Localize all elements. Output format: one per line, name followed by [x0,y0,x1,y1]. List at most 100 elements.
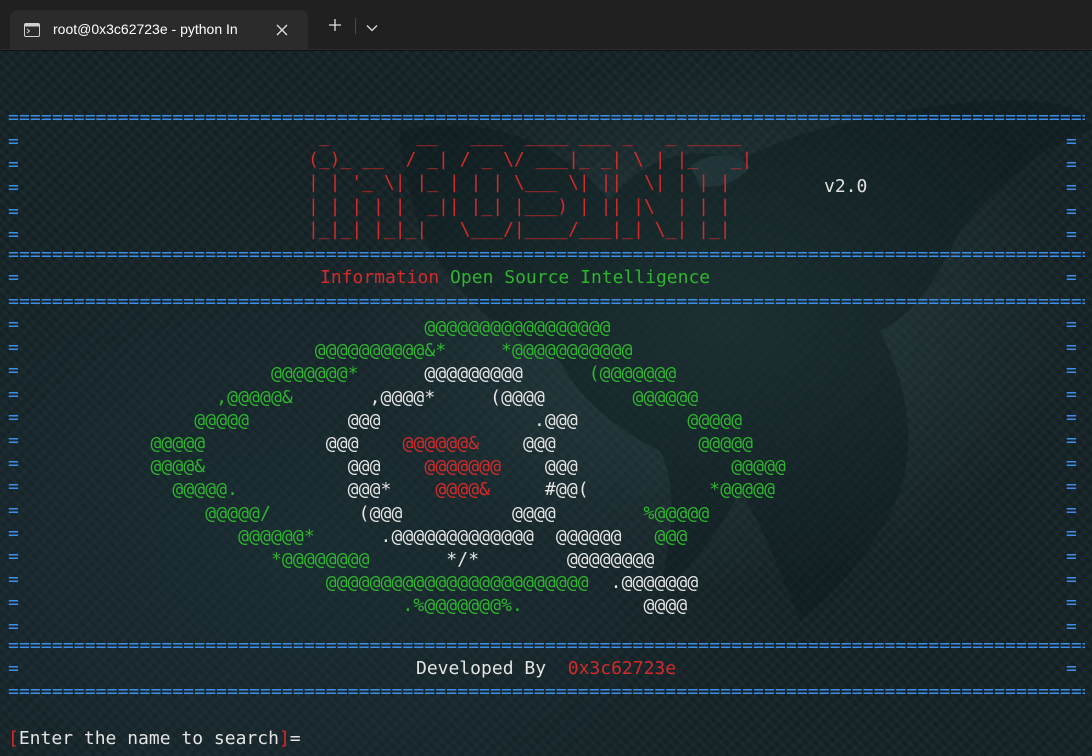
logo-line: *@@@@@@@@ */* @@@@@@@@ [8,548,654,572]
logo-segment [8,433,150,454]
logo-line: @@@@@@@@@@&* *@@@@@@@@@@@ [8,339,633,363]
subtitle-word-intelligence: Intelligence [569,267,711,288]
infosint-banner: _ __ ___ ____ ___ _ _ _____ (_)_ __ / _|… [308,126,753,240]
dev-edge-right: = [1066,658,1077,679]
logo-segment: @@@ [205,456,425,478]
logo-segment: @@@@@ [577,456,786,478]
terminal-output[interactable]: ========================================… [0,51,1092,756]
logo-segment [8,410,194,431]
logo-line: @@@@@@@@@@@@@@@@@@@@@@@@ .@@@@@@@ [8,571,698,595]
logo-segment: @@@@@@@* [270,363,359,385]
logo-segment: @@@@@ [194,409,250,431]
logo-segment: #@@( [490,479,589,501]
logo-segment: @@@ [479,433,556,454]
logo-segment: @@@@@@@ [424,456,502,478]
logo-segment: @@@@@@& [402,433,480,454]
chevron-down-icon [366,17,378,36]
logo-line: @@@@@ @@@ @@@@@@& @@@ @@@@@ [8,432,753,456]
terminal-icon [24,22,40,37]
subtitle-word-source: Source [493,267,570,288]
logo-segment: .%@@@@@@@%. [402,595,523,617]
logo-segment: @@@@& [150,456,206,478]
logo-segment: @@@@@@@@@@@@@@@@@@@@@@@@ [325,572,589,594]
logo-segment [8,456,150,477]
close-icon[interactable] [272,20,292,40]
logo-segment: @@@* [238,479,436,501]
subtitle-word-open: Open [439,267,494,288]
banner-edge-right: = = = = = [1066,131,1077,245]
logo-segment: (@@@@@@@ [522,363,677,385]
tab-terminal[interactable]: root@0x3c62723e - python In [10,10,308,50]
logo-segment: */* @@@@@@@@ [369,549,655,570]
logo-segment [8,317,424,338]
logo-segment: @@@@@ [555,433,754,454]
logo-segment [8,595,402,616]
logo-line: @@@@@@* .@@@@@@@@@@@@@ @@@@@@ @@@ [8,525,687,549]
logo-segment: @@@@@@@@@@@@@@@@@ [424,317,611,338]
logo-line: @@@@@@@@@@@@@@@@@ [8,316,611,340]
rule-banner-bottom: ========================================… [8,244,1085,265]
logo-line: @@@@@/ (@@@ @@@@ %@@@@@ [8,502,709,526]
logo-line: @@@@@. @@@* @@@@& #@@( *@@@@@ [8,478,775,502]
logo-segment: @@@@@. [172,479,239,501]
logo-line: @@@@@@@* @@@@@@@@@ (@@@@@@@ [8,362,676,386]
version-label: v2.0 [824,176,868,197]
logo-segment: .@@@@@@@ [588,572,699,594]
logo-segment: @@@@@ [150,433,206,454]
prompt-bracket-open: [ [8,728,19,749]
logo-segment: @@@ [654,525,688,547]
logo-line: @@@@& @@@ @@@@@@@ @@@ @@@@@ [8,455,786,479]
dev-edge-left: = [8,658,19,679]
developer-credit: Developed By 0x3c62723e [416,657,676,681]
logo-segment: @@@@@@@@@@&* *@@@@@@@@@@@ [314,340,633,362]
plus-icon [328,17,342,36]
logo-segment: ,@@@@* (@@@@ [292,386,545,408]
subtitle: Information Open Source Intelligence [320,266,710,290]
subtitle-edge-left: = [8,267,19,288]
search-prompt[interactable]: [Enter the name to search]= [8,727,301,751]
logo-segment: ,@@@@@& [216,386,293,408]
logo-segment: .@@@@@@@@@@@@@ @@@@@@ [314,525,655,547]
logo-segment [8,503,205,524]
title-bar: root@0x3c62723e - python In [0,0,1092,50]
banner-edge-left: = = = = = [8,131,19,245]
logo-segment: @@@@@@* [238,525,315,547]
logo-segment: @@@@& [435,479,491,501]
tab-title: root@0x3c62723e - python In [53,21,238,37]
logo-segment [8,363,271,384]
logo-segment [8,572,326,593]
subtitle-edge-right: = [1066,267,1077,288]
logo-segment: @@@@@ [577,409,743,431]
logo-line: .%@@@@@@@%. @@@@ [8,594,687,618]
logo-segment: (@@@ @@@@ [270,502,556,524]
prompt-bracket-close: ] [278,728,290,749]
logo-segment: @@@@@@ [544,386,699,408]
logo-segment: @@@ [205,433,403,454]
rule-logo-bottom: ========================================… [8,635,1085,656]
developer-name: 0x3c62723e [567,658,677,679]
logo-segment: *@@@@@@@@ [270,549,370,570]
logo-segment [8,526,238,547]
logo-segment: @@@@ [522,595,688,617]
logo-line: ,@@@@@& ,@@@@* (@@@@ @@@@@@ [8,386,698,410]
tab-dropdown-button[interactable] [359,14,385,38]
logo-segment: *@@@@@ [588,479,776,501]
subtitle-word-information: Information [320,267,440,288]
prompt-text: Enter the name to search [18,728,279,749]
logo-segment: @@@@@@@@@ [358,363,523,385]
logo-segment [8,549,271,570]
tab-divider [355,18,356,34]
logo-segment [8,387,216,408]
rule-bottom: ========================================… [8,681,1085,702]
new-tab-button[interactable] [322,14,348,38]
logo-segment: @@@ .@@@ [249,409,578,431]
developed-by-label: Developed By [416,658,547,679]
logo-segment: %@@@@@ [555,502,710,524]
logo-segment [8,340,315,361]
logo-line: @@@@@ @@@ .@@@ @@@@@ [8,409,742,433]
rule-subtitle-bottom: ========================================… [8,291,1085,312]
logo-segment: @@@ [501,456,578,478]
logo-segment: @@@@@/ [205,502,271,524]
prompt-equals: = [289,728,301,749]
logo-edge-right: = = = = = = = = = = = = = = [1066,314,1077,637]
